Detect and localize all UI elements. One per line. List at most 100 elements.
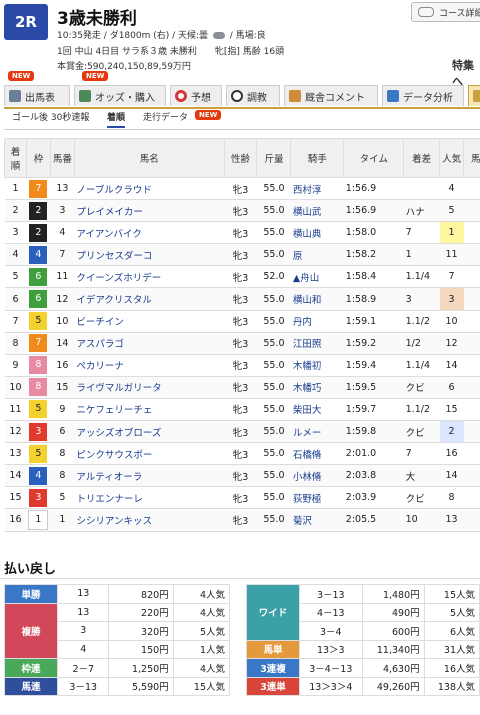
cell-horse-name-text[interactable]: トリエンナーレ — [76, 494, 143, 505]
table-row[interactable]: 11 5 9 ニケフェリーチェ 牝3 55.0 柴田大 1:59.7 1.1/2 15 — [4, 397, 480, 422]
course-detail-button[interactable]: コース詳細 — [411, 2, 480, 22]
cell-jockey-text[interactable]: 石橋脩 — [293, 450, 322, 461]
cell-horse-name[interactable]: アルティオーラ — [74, 464, 225, 488]
cell-horse-name-text[interactable]: アイアンバイク — [76, 229, 141, 240]
cell-horse-name-text[interactable]: ピンクサウスポー — [76, 450, 152, 461]
cell-jockey[interactable]: 原 — [290, 243, 344, 267]
cell-jockey-text[interactable]: 丹内 — [293, 317, 312, 328]
cell-jockey[interactable]: 西村淳 — [290, 176, 344, 201]
table-row[interactable]: 1 7 13 ノーブルクラウド 牝3 55.0 西村淳 1:56.9 4 — [4, 176, 480, 201]
cell-horse-name[interactable]: ノーブルクラウド — [74, 176, 225, 201]
cell-horse-name[interactable]: トリエンナーレ — [74, 486, 225, 510]
cell-jockey[interactable]: 横山典 — [290, 221, 344, 245]
tab-stable-comment[interactable]: 厩舎コメント — [284, 85, 378, 106]
cell-body-weight — [463, 442, 480, 466]
cell-horse-name[interactable]: アイアンバイク — [74, 221, 225, 245]
table-row[interactable]: 8 7 14 アスパラゴ 牝3 55.0 江田照 1:59.2 1/2 12 — [4, 331, 480, 355]
cell-horse-name-text[interactable]: イデアクリスタル — [76, 295, 152, 306]
cell-horse-name[interactable]: ライヴマルガリータ — [74, 375, 225, 399]
cell-horse-name[interactable]: プリンセスダーコ — [74, 243, 225, 267]
cell-horse-name[interactable]: アッシズオブローズ — [74, 420, 225, 444]
odds-icon — [79, 90, 91, 102]
cell-horse-name-text[interactable]: ノーブルクラウド — [76, 185, 151, 196]
cell-jockey-text[interactable]: 横山典 — [293, 229, 322, 240]
cell-horse-name[interactable]: アスパラゴ — [74, 331, 225, 355]
cell-horse-name-text[interactable]: プレイメイカー — [76, 207, 143, 218]
table-row[interactable]: 3 2 4 アイアンバイク 牝3 55.0 横山典 1:58.0 7 1 — [4, 221, 480, 245]
cell-jockey[interactable]: 横山武 — [290, 199, 344, 223]
cell-jockey-text[interactable]: 西村淳 — [293, 185, 322, 196]
cell-jockey-text[interactable]: 江田照 — [293, 339, 322, 350]
cell-jockey-text[interactable]: 木幡巧 — [293, 383, 322, 394]
table-row[interactable]: 13 5 8 ピンクサウスポー 牝3 55.0 石橋脩 2:01.0 7 16 — [4, 442, 480, 466]
tab-choukyou[interactable]: 調教 — [226, 85, 280, 106]
cell-jockey-text[interactable]: 菊沢 — [293, 516, 312, 527]
cell-horse-name[interactable]: ピンクサウスポー — [74, 442, 225, 466]
table-row[interactable]: 16 1 1 シシリアンキッス 牝3 55.0 菊沢 2:05.5 10 13 — [4, 508, 480, 532]
cell-position: 12 — [4, 420, 27, 444]
table-row[interactable]: 6 6 12 イデアクリスタル 牝3 55.0 横山和 1:58.9 3 3 — [4, 287, 480, 311]
table-row[interactable]: 7 5 10 ビーチイン 牝3 55.0 丹内 1:59.1 1.1/2 10 — [4, 309, 480, 333]
cell-horse-name[interactable]: イデアクリスタル — [74, 287, 225, 311]
cell-horse-name[interactable]: ビーチイン — [74, 309, 225, 333]
cell-horse-name-text[interactable]: シシリアンキッス — [76, 516, 152, 527]
cell-horse-name-text[interactable]: アッシズオブローズ — [76, 428, 161, 439]
cell-jockey[interactable]: 丹内 — [290, 309, 344, 333]
cell-number-text: 1 — [59, 514, 66, 526]
cell-jockey-text[interactable]: 小林脩 — [293, 472, 322, 483]
table-row[interactable]: 2 2 3 プレイメイカー 牝3 55.0 横山武 1:56.9 ハナ 5 — [4, 199, 480, 223]
table-row[interactable]: 10 8 15 ライヴマルガリータ 牝3 55.0 木幡巧 1:59.5 クビ 6 — [4, 375, 480, 399]
table-row[interactable]: 14 4 8 アルティオーラ 牝3 55.0 小林脩 2:03.8 大 14 — [4, 464, 480, 488]
table-row[interactable]: 15 3 5 トリエンナーレ 牝3 55.0 荻野極 2:03.9 クビ 8 — [4, 486, 480, 510]
cell-jockey-text[interactable]: 柴田大 — [293, 405, 322, 416]
cell-jockey[interactable]: 木幡初 — [290, 353, 344, 377]
tab-odds[interactable]: オッズ・購入 — [74, 85, 166, 106]
subtab-goal-speed[interactable]: ゴール後 30秒速報 — [12, 110, 89, 123]
tab-result[interactable] — [468, 85, 480, 106]
subtab-running-data[interactable]: 走行データ — [143, 110, 188, 123]
cell-jockey[interactable]: 木幡巧 — [290, 375, 344, 399]
cell-jockey-text[interactable]: 原 — [293, 251, 303, 262]
cell-horse-name-text[interactable]: ペカリーナ — [76, 361, 124, 372]
cell-jockey[interactable]: 菊沢 — [290, 508, 344, 532]
cell-jockey-text[interactable]: ▲舟山 — [293, 273, 319, 284]
subtab-finish-order[interactable]: 着順 — [107, 110, 126, 128]
main-tab-bar: 出馬表 オッズ・購入 予想 調教 厩舎コメント データ分析 — [4, 85, 480, 109]
table-row[interactable]: 12 3 6 アッシズオブローズ 牝3 55.0 ルメー 1:59.8 クビ 2 — [4, 420, 480, 444]
cell-horse-name[interactable]: クイーンズホリデー — [74, 265, 225, 289]
tab-yosou-label: 予想 — [191, 92, 211, 104]
cell-margin: 大 — [403, 464, 440, 488]
cell-jockey[interactable]: ▲舟山 — [290, 265, 344, 289]
cell-horse-name[interactable]: ペカリーナ — [74, 353, 225, 377]
cell-horse-name-text[interactable]: アスパラゴ — [76, 339, 124, 350]
cell-horse-name-text[interactable]: プリンセスダーコ — [76, 251, 152, 262]
cell-jockey[interactable]: 横山和 — [290, 287, 344, 311]
cell-jockey[interactable]: 柴田大 — [290, 397, 344, 422]
cell-horse-name[interactable]: ニケフェリーチェ — [74, 397, 225, 422]
tab-data-analysis[interactable]: データ分析 — [382, 85, 464, 106]
table-row[interactable]: 5 6 11 クイーンズホリデー 牝3 52.0 ▲舟山 1:58.4 1.1/4 7 — [4, 265, 480, 289]
cell-jockey[interactable]: 小林脩 — [290, 464, 344, 488]
cell-horse-name[interactable]: プレイメイカー — [74, 199, 225, 223]
cell-jockey[interactable]: 江田照 — [290, 331, 344, 355]
tab-shutuba[interactable]: 出馬表 — [4, 85, 70, 106]
table-row[interactable]: 9 8 16 ペカリーナ 牝3 55.0 木幡初 1:59.4 1.1/4 14 — [4, 353, 480, 377]
cell-horse-name-text[interactable]: ニケフェリーチェ — [76, 405, 152, 416]
cell-jockey-text[interactable]: 横山和 — [293, 295, 322, 306]
cell-jockey-text[interactable]: 荻野極 — [293, 494, 322, 505]
cell-horse-name-text[interactable]: ライヴマルガリータ — [76, 383, 161, 394]
cell-popularity: 4 — [439, 176, 464, 201]
cell-horse-name[interactable]: シシリアンキッス — [74, 508, 225, 532]
table-row[interactable]: 4 4 7 プリンセスダーコ 牝3 55.0 原 1:58.2 1 11 — [4, 243, 480, 267]
cell-jockey-text[interactable]: ルメー — [293, 428, 322, 439]
cell-horse-name-text[interactable]: クイーンズホリデー — [76, 273, 161, 284]
cell-jockey-text[interactable]: 横山武 — [293, 207, 322, 218]
cell-jockey[interactable]: 荻野極 — [290, 486, 344, 510]
cell-jockey[interactable]: 石橋脩 — [290, 442, 344, 466]
tab-yosou[interactable]: 予想 — [170, 85, 222, 106]
cell-jockey[interactable]: ルメー — [290, 420, 344, 444]
cell-horse-name-text[interactable]: アルティオーラ — [76, 472, 142, 483]
payout-popularity: 4人気 — [172, 658, 231, 678]
cell-horse-name-text[interactable]: ビーチイン — [76, 317, 124, 328]
cell-jockey-text[interactable]: 木幡初 — [293, 361, 322, 372]
